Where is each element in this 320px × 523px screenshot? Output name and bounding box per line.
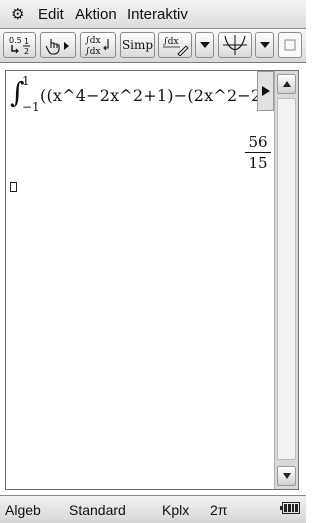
status-bar: Algeb Standard Kplx 2π (0, 495, 306, 523)
battery-icon (280, 502, 300, 514)
svg-text:∫dx: ∫dx (85, 47, 101, 56)
menu-interaktiv[interactable]: Interaktiv (127, 5, 188, 25)
integrand-expression: ((x^4−2x^2+1)−(2x^2−2 (40, 86, 262, 105)
menu-aktion[interactable]: Aktion (75, 5, 117, 25)
status-mode[interactable]: Algeb (5, 501, 41, 519)
pen-cursor-button[interactable] (40, 32, 76, 58)
scrollbar-thumb[interactable] (277, 98, 296, 460)
svg-text:2: 2 (24, 47, 29, 56)
gear-icon[interactable]: ⚙ (11, 5, 24, 23)
dropdown-arrow-icon (259, 42, 270, 48)
toolbar: 0.5 1 2 ∫dx ∫dx Simp ∫dx (0, 29, 306, 63)
menu-edit[interactable]: Edit (38, 5, 64, 25)
status-complex[interactable]: Kplx (162, 501, 189, 519)
scroll-up-button[interactable] (277, 74, 296, 94)
svg-text:∫dx: ∫dx (85, 36, 101, 46)
expand-line-button[interactable] (257, 71, 274, 111)
dropdown-1-button[interactable] (195, 32, 214, 58)
window-icon (284, 39, 296, 51)
arrow-up-icon (282, 81, 291, 87)
status-format[interactable]: Standard (69, 501, 126, 519)
input-cursor-box[interactable] (10, 182, 17, 192)
integral-input-line[interactable]: ∫ 1 −1 ((x^4−2x^2+1)−(2x^2−2 (10, 76, 262, 112)
integral-pen-icon: ∫dx (163, 37, 189, 56)
lower-limit: −1 (22, 100, 40, 112)
decimal-fraction-icon: 0.5 1 2 (9, 36, 30, 56)
svg-text:∫dx: ∫dx (163, 37, 179, 47)
fraction-bar (245, 152, 271, 153)
dropdown-arrow-icon (199, 42, 210, 48)
status-angle[interactable]: 2π (210, 501, 227, 519)
integral-view-button[interactable]: ∫dx ∫dx (80, 32, 116, 58)
decimal-fraction-toggle-button[interactable]: 0.5 1 2 (3, 32, 36, 58)
result-fraction: 56 15 (244, 133, 272, 172)
svg-text:0.5: 0.5 (9, 36, 22, 45)
arrow-right-icon (261, 86, 270, 96)
result-numerator: 56 (248, 133, 268, 151)
dropdown-2-button[interactable] (255, 32, 274, 58)
integral-pen-button[interactable]: ∫dx (158, 32, 192, 58)
vertical-scrollbar[interactable] (274, 71, 298, 489)
graph-button[interactable] (218, 32, 252, 58)
integral-arrow-icon: ∫dx ∫dx (85, 36, 109, 56)
fullscreen-button[interactable] (278, 32, 302, 58)
hand-pointer-icon (45, 39, 69, 55)
arrow-down-icon (282, 473, 291, 479)
graph-icon (223, 35, 247, 55)
svg-text:1: 1 (24, 37, 29, 46)
result-denominator: 15 (248, 154, 268, 172)
menu-bar: ⚙ Edit Aktion Interaktiv (0, 0, 306, 29)
scroll-down-button[interactable] (277, 466, 296, 486)
upper-limit: 1 (22, 76, 30, 88)
simp-button[interactable]: Simp (120, 32, 155, 58)
